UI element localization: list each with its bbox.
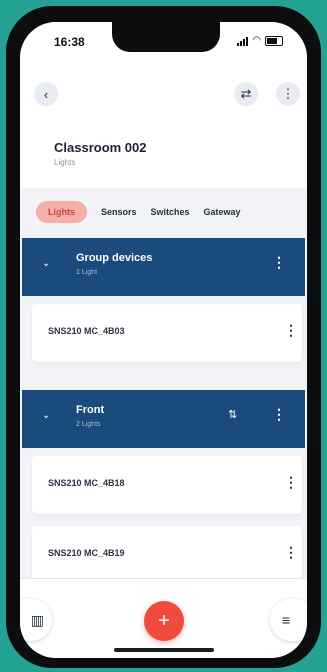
group-settings-icon[interactable]: ⇅ [228, 408, 237, 421]
more-vertical-icon: ⋮ [281, 86, 295, 101]
chevron-left-icon: ‹ [43, 86, 49, 102]
tab-lights[interactable]: Lights [36, 201, 87, 223]
group-subtitle: 2 Lights [76, 421, 101, 428]
page-subtitle: Lights [54, 158, 76, 167]
swap-button[interactable]: ⇄ [234, 82, 258, 106]
device-name: SNS210 MC_4B18 [48, 478, 125, 488]
device-notch [112, 22, 220, 52]
group-header-front[interactable]: ⌄ Front 2 Lights ⇅ ⋮ [22, 390, 305, 448]
app-screen: 16:38 ◠ ‹ ⇄ ⋮ Classroom 002 Lights Light… [20, 22, 307, 658]
back-button[interactable]: ‹ [34, 82, 58, 106]
status-time: 16:38 [54, 35, 85, 49]
group-subtitle: 1 Light [76, 269, 98, 276]
menu-icon: ≡ [282, 612, 291, 628]
device-more-icon[interactable]: ⋮ [284, 544, 298, 561]
group-name: Front [76, 404, 105, 416]
plus-icon: + [158, 609, 170, 632]
device-name: SNS210 MC_4B19 [48, 548, 125, 558]
phone-frame: 16:38 ◠ ‹ ⇄ ⋮ Classroom 002 Lights Light… [6, 6, 321, 668]
device-card[interactable]: SNS210 MC_4B19 ⋮ [32, 526, 302, 584]
group-name: Group devices [76, 252, 153, 264]
tab-gateway[interactable]: Gateway [204, 207, 241, 217]
wifi-icon: ◠ [252, 35, 261, 46]
battery-icon [265, 35, 283, 46]
tab-switches[interactable]: Switches [151, 207, 190, 217]
building-icon: ▥ [30, 611, 44, 628]
group-header-group-devices[interactable]: ⌄ Group devices 1 Light ⋮ [22, 238, 305, 296]
collapse-chevron-icon[interactable]: ⌄ [42, 410, 50, 421]
device-name: SNS210 MC_4B03 [48, 326, 125, 336]
building-button[interactable]: ▥ [20, 599, 52, 641]
device-card[interactable]: SNS210 MC_4B03 ⋮ [32, 304, 302, 362]
collapse-chevron-icon[interactable]: ⌄ [42, 258, 50, 269]
home-indicator [114, 648, 214, 652]
page-title: Classroom 002 [54, 140, 147, 155]
add-button[interactable]: + [144, 601, 184, 641]
swap-icon: ⇄ [240, 86, 252, 101]
menu-button[interactable]: ≡ [270, 599, 307, 641]
group-more-icon[interactable]: ⋮ [272, 254, 286, 271]
group-more-icon[interactable]: ⋮ [272, 406, 286, 423]
page-header: ‹ ⇄ ⋮ Classroom 002 Lights [20, 62, 307, 188]
device-more-icon[interactable]: ⋮ [284, 474, 298, 491]
status-icons: ◠ [237, 35, 283, 46]
header-more-button[interactable]: ⋮ [276, 82, 300, 106]
cellular-signal-icon [237, 36, 249, 46]
bottom-bar: ▥ + ≡ [20, 578, 307, 658]
tab-sensors[interactable]: Sensors [101, 207, 137, 217]
device-more-icon[interactable]: ⋮ [284, 322, 298, 339]
device-card[interactable]: SNS210 MC_4B18 ⋮ [32, 456, 302, 514]
tab-bar: Lights Sensors Switches Gateway [20, 188, 307, 236]
